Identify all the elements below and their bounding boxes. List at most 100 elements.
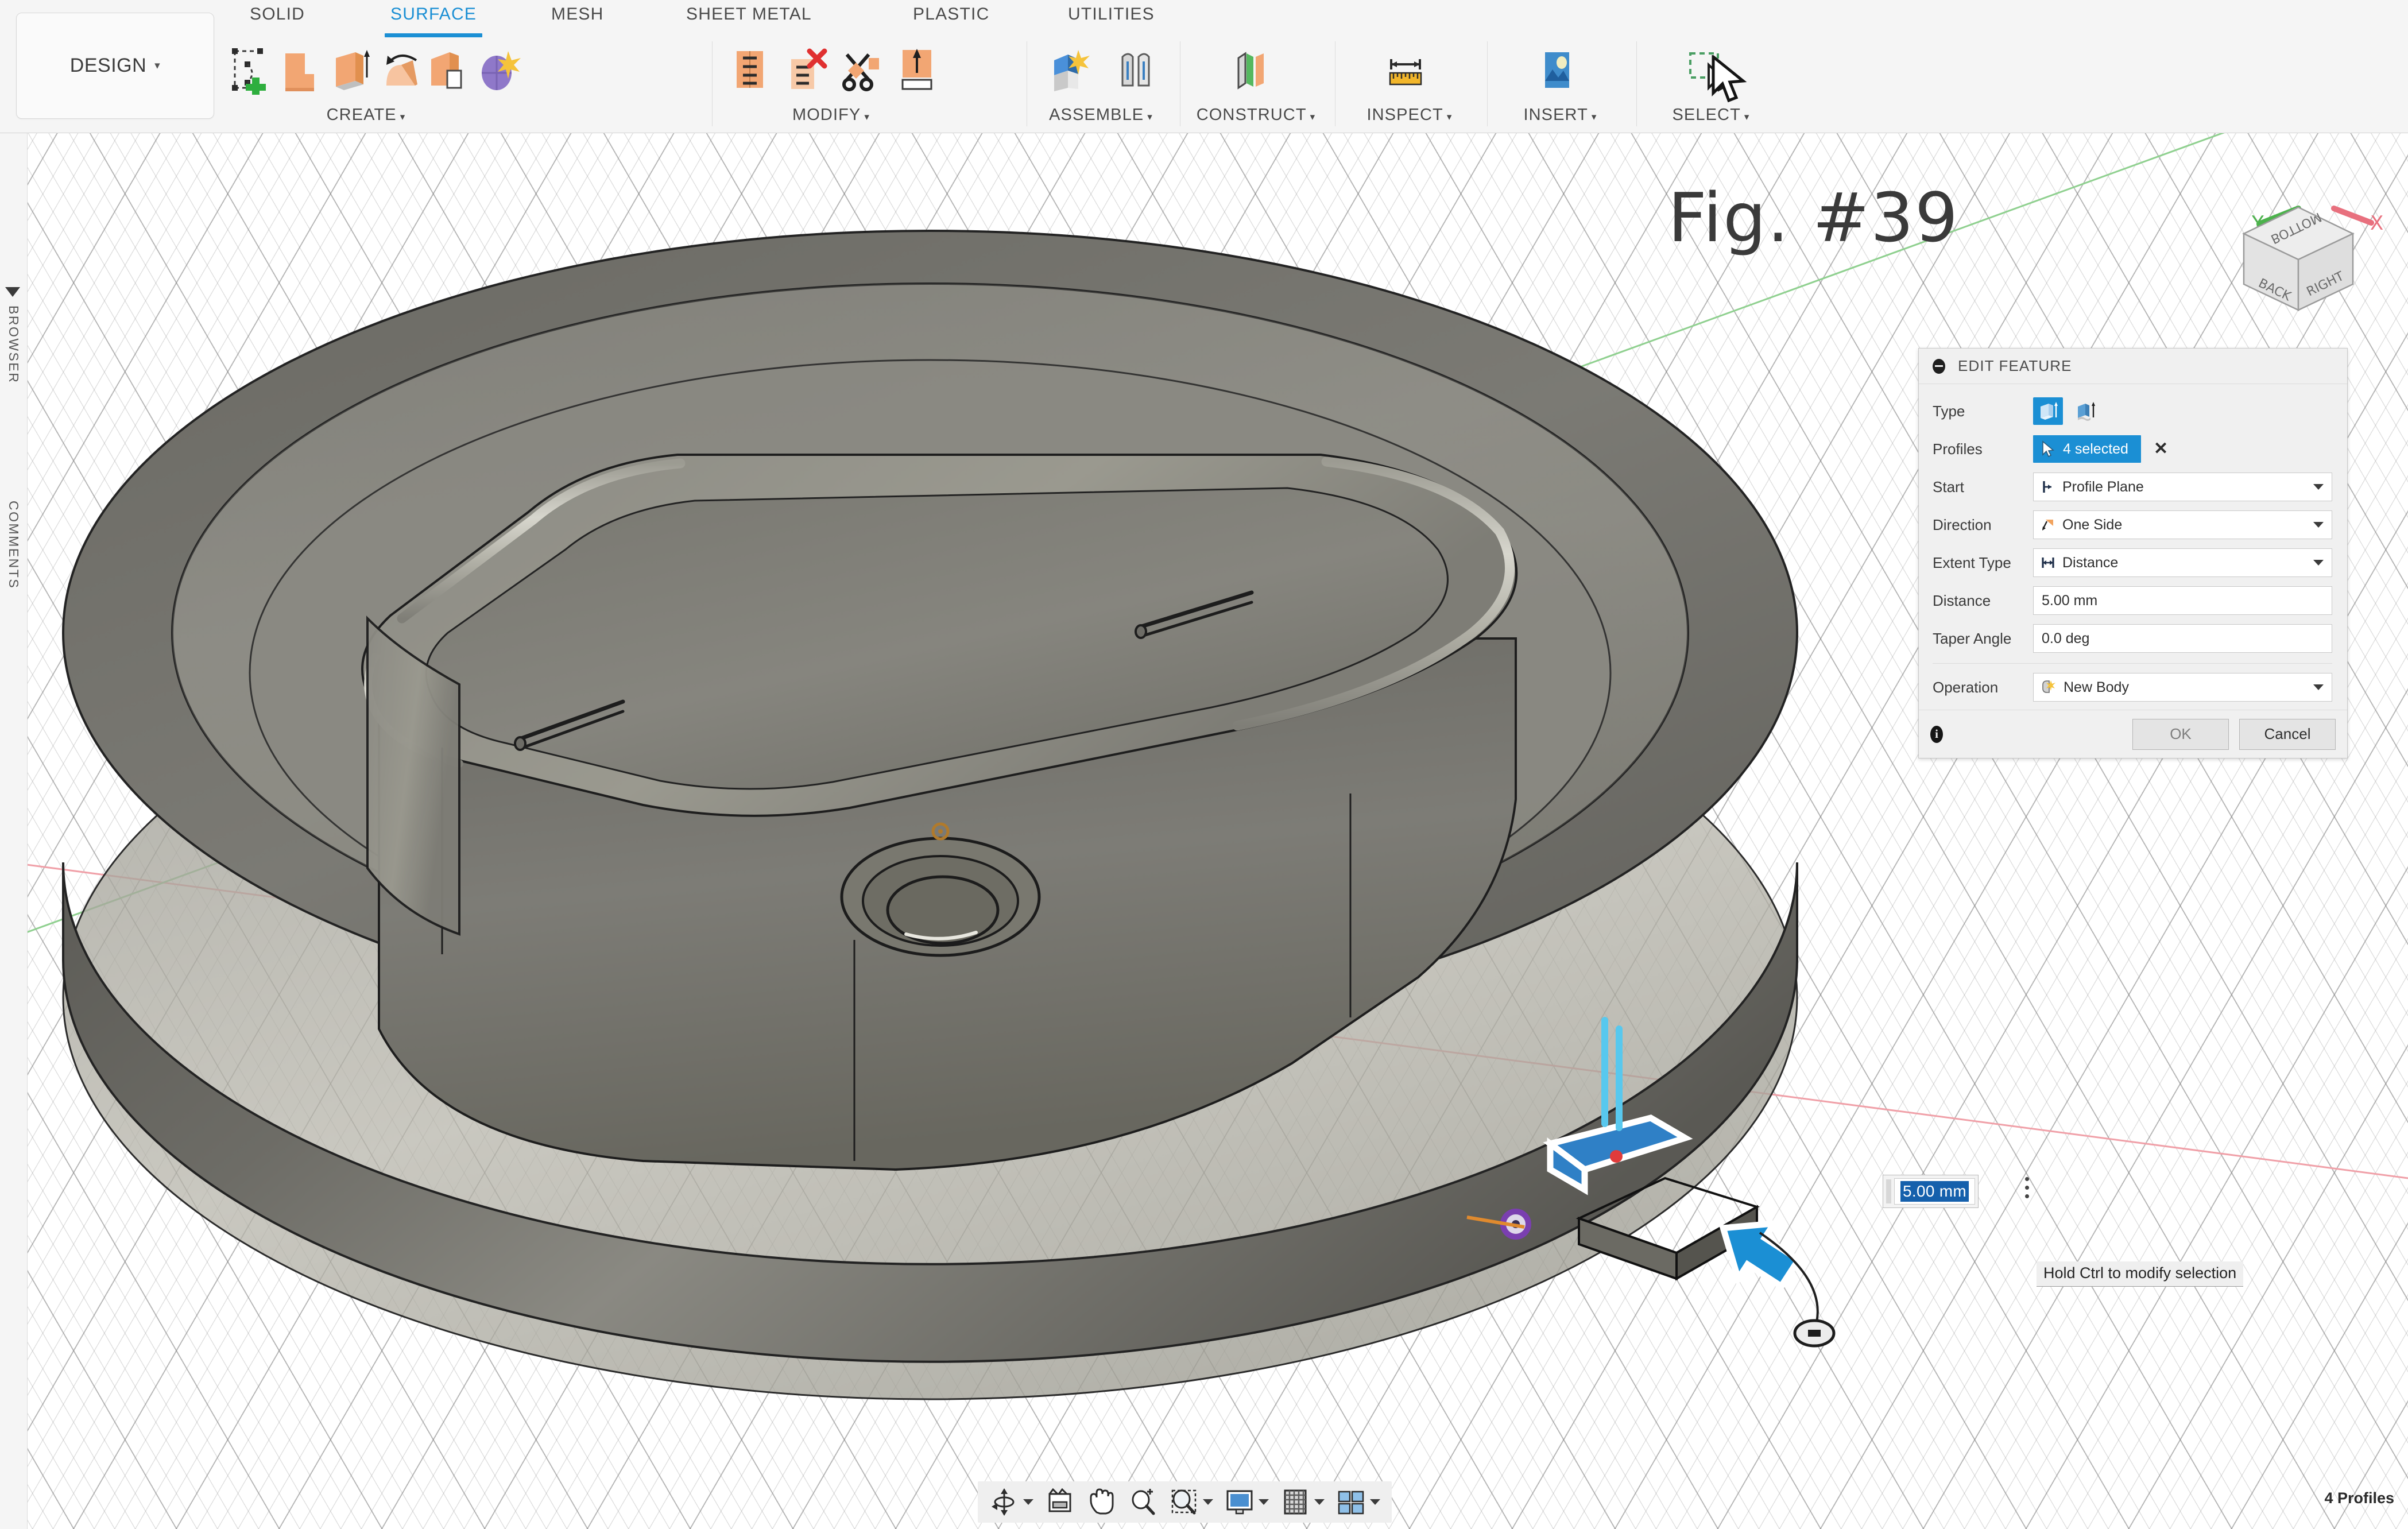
left-rail: BROWSER COMMENTS [0, 133, 28, 1529]
new-body-icon [2041, 680, 2057, 695]
workspace-label: DESIGN [70, 55, 146, 77]
one-side-icon [2041, 517, 2055, 532]
chevron-down-icon[interactable]: ▾ [864, 111, 870, 122]
chevron-down-icon[interactable] [2313, 522, 2324, 528]
edit-feature-dialog[interactable]: EDIT FEATURE Type [1918, 348, 2348, 758]
offset-surface-icon[interactable] [424, 38, 474, 102]
workspace-switcher-button[interactable]: DESIGN ▾ [16, 13, 214, 119]
revolve-icon[interactable] [375, 38, 424, 102]
delete-seam-icon[interactable] [778, 38, 834, 102]
field-taper-angle-label: Taper Angle [1933, 630, 2033, 648]
browser-expand-icon[interactable] [5, 287, 20, 297]
x-axis-arm [2334, 208, 2371, 223]
chevron-down-icon[interactable]: ▾ [1744, 111, 1750, 122]
zoom-window-caret-icon[interactable] [1203, 1499, 1213, 1505]
extend-icon[interactable] [889, 38, 944, 102]
tab-plastic[interactable]: PLASTIC [913, 5, 989, 24]
panel-modify-label: MODIFY▾ [718, 106, 944, 125]
display-settings-caret-icon[interactable] [1259, 1499, 1269, 1505]
start-dropdown[interactable]: Profile Plane [2033, 473, 2332, 501]
cad-model[interactable] [0, 133, 2408, 1529]
taper-angle-input[interactable]: 0.0 deg [2033, 624, 2332, 653]
field-type: Type [1933, 392, 2332, 430]
dimension-options-icon[interactable] [2025, 1177, 2029, 1203]
start-value: Profile Plane [2062, 479, 2144, 496]
display-settings-icon[interactable] [1220, 1485, 1273, 1519]
field-start-label: Start [1933, 478, 2033, 496]
tab-mesh[interactable]: MESH [551, 5, 603, 24]
field-extent-type-label: Extent Type [1933, 554, 2033, 572]
chevron-down-icon[interactable]: ▾ [1592, 111, 1597, 122]
clear-selection-icon[interactable]: ✕ [2154, 440, 2168, 458]
trim-icon[interactable] [834, 38, 889, 102]
viewports-icon[interactable] [1331, 1485, 1385, 1519]
distance-icon [2041, 555, 2055, 570]
panel-insert-label: INSERT▾ [1496, 106, 1625, 125]
collapse-icon[interactable] [1933, 359, 1945, 374]
chevron-down-icon[interactable]: ▾ [1447, 111, 1453, 122]
solid-extrude-type-button[interactable] [2033, 397, 2063, 425]
panel-create-label: CREATE▾ [227, 106, 505, 125]
3d-viewport[interactable]: Fig. #39 Y X BOTTOM BACK RIGHT 5. [0, 133, 2408, 1529]
patch-icon[interactable] [474, 38, 523, 102]
chevron-down-icon[interactable]: ▾ [400, 111, 406, 122]
grid-settings-icon[interactable] [1276, 1485, 1329, 1519]
tab-solid[interactable]: SOLID [250, 5, 305, 24]
extrude-icon[interactable] [276, 38, 326, 102]
sidebar-item-browser[interactable]: BROWSER [6, 305, 21, 384]
operation-dropdown[interactable]: New Body [2033, 673, 2332, 702]
profiles-selection-button[interactable]: 4 selected [2033, 435, 2141, 463]
tab-surface-label: SURFACE [390, 5, 477, 24]
offset-plane-icon[interactable] [1217, 38, 1286, 102]
create-sketch-icon[interactable] [227, 38, 276, 102]
chevron-down-icon[interactable]: ▾ [1310, 111, 1316, 122]
extent-type-dropdown[interactable]: Distance [2033, 548, 2332, 577]
dimension-value-box[interactable]: 5.00 mm [1894, 1178, 1975, 1205]
chevron-down-icon[interactable] [2313, 560, 2324, 566]
dialog-section-divider [1933, 663, 2332, 664]
info-icon[interactable]: i [1930, 726, 1943, 743]
field-type-label: Type [1933, 402, 2033, 420]
panel-construct: CONSTRUCT▾ [1188, 36, 1323, 133]
chevron-down-icon[interactable] [2313, 684, 2324, 690]
selection-hint-tooltip: Hold Ctrl to modify selection [2037, 1261, 2243, 1287]
svg-text:X: X [2370, 212, 2383, 235]
operation-value: New Body [2064, 679, 2129, 696]
trim-seam-icon[interactable] [722, 38, 778, 102]
profiles-selection-count: 4 selected [2063, 441, 2128, 458]
mouse-cursor [1711, 55, 1751, 108]
grid-settings-caret-icon[interactable] [1314, 1499, 1325, 1505]
dimension-input[interactable]: 5.00 mm [1883, 1175, 1979, 1208]
distance-input[interactable]: 5.00 mm [2033, 586, 2332, 615]
tab-surface[interactable]: SURFACE [390, 5, 477, 24]
ok-button[interactable]: OK [2132, 719, 2229, 750]
navigation-bar[interactable] [978, 1481, 1392, 1523]
dimension-drag-handle[interactable] [1886, 1179, 1891, 1203]
orbit-caret-icon[interactable] [1023, 1499, 1033, 1505]
dimension-value[interactable]: 5.00 mm [1900, 1181, 1969, 1202]
surface-extrude-icon[interactable] [326, 38, 375, 102]
look-at-icon[interactable] [1040, 1485, 1079, 1519]
extent-type-value: Distance [2062, 555, 2118, 571]
chevron-down-icon[interactable]: ▾ [1147, 111, 1153, 122]
zoom-icon[interactable] [1123, 1485, 1162, 1519]
viewports-caret-icon[interactable] [1370, 1499, 1380, 1505]
dialog-header[interactable]: EDIT FEATURE [1919, 349, 2347, 384]
sidebar-item-comments[interactable]: COMMENTS [6, 501, 21, 589]
tab-sheet-metal[interactable]: SHEET METAL [686, 5, 812, 24]
view-cube[interactable]: Y X BOTTOM BACK RIGHT [2205, 189, 2394, 327]
measure-icon[interactable] [1371, 38, 1440, 102]
direction-dropdown[interactable]: One Side [2033, 510, 2332, 539]
insert-canvas-icon[interactable] [1522, 38, 1591, 102]
zoom-window-icon[interactable] [1164, 1485, 1218, 1519]
cancel-button[interactable]: Cancel [2239, 719, 2336, 750]
chevron-down-icon[interactable] [2313, 484, 2324, 490]
surface-extrude-type-button[interactable] [2070, 397, 2100, 425]
pan-icon[interactable] [1082, 1485, 1121, 1519]
tab-utilities[interactable]: UTILITIES [1068, 5, 1155, 24]
field-distance: Distance 5.00 mm [1933, 582, 2332, 620]
joint-icon[interactable] [1104, 38, 1169, 102]
new-component-icon[interactable] [1038, 38, 1104, 102]
field-profiles: Profiles 4 selected ✕ [1933, 430, 2332, 468]
orbit-icon[interactable] [985, 1485, 1038, 1519]
